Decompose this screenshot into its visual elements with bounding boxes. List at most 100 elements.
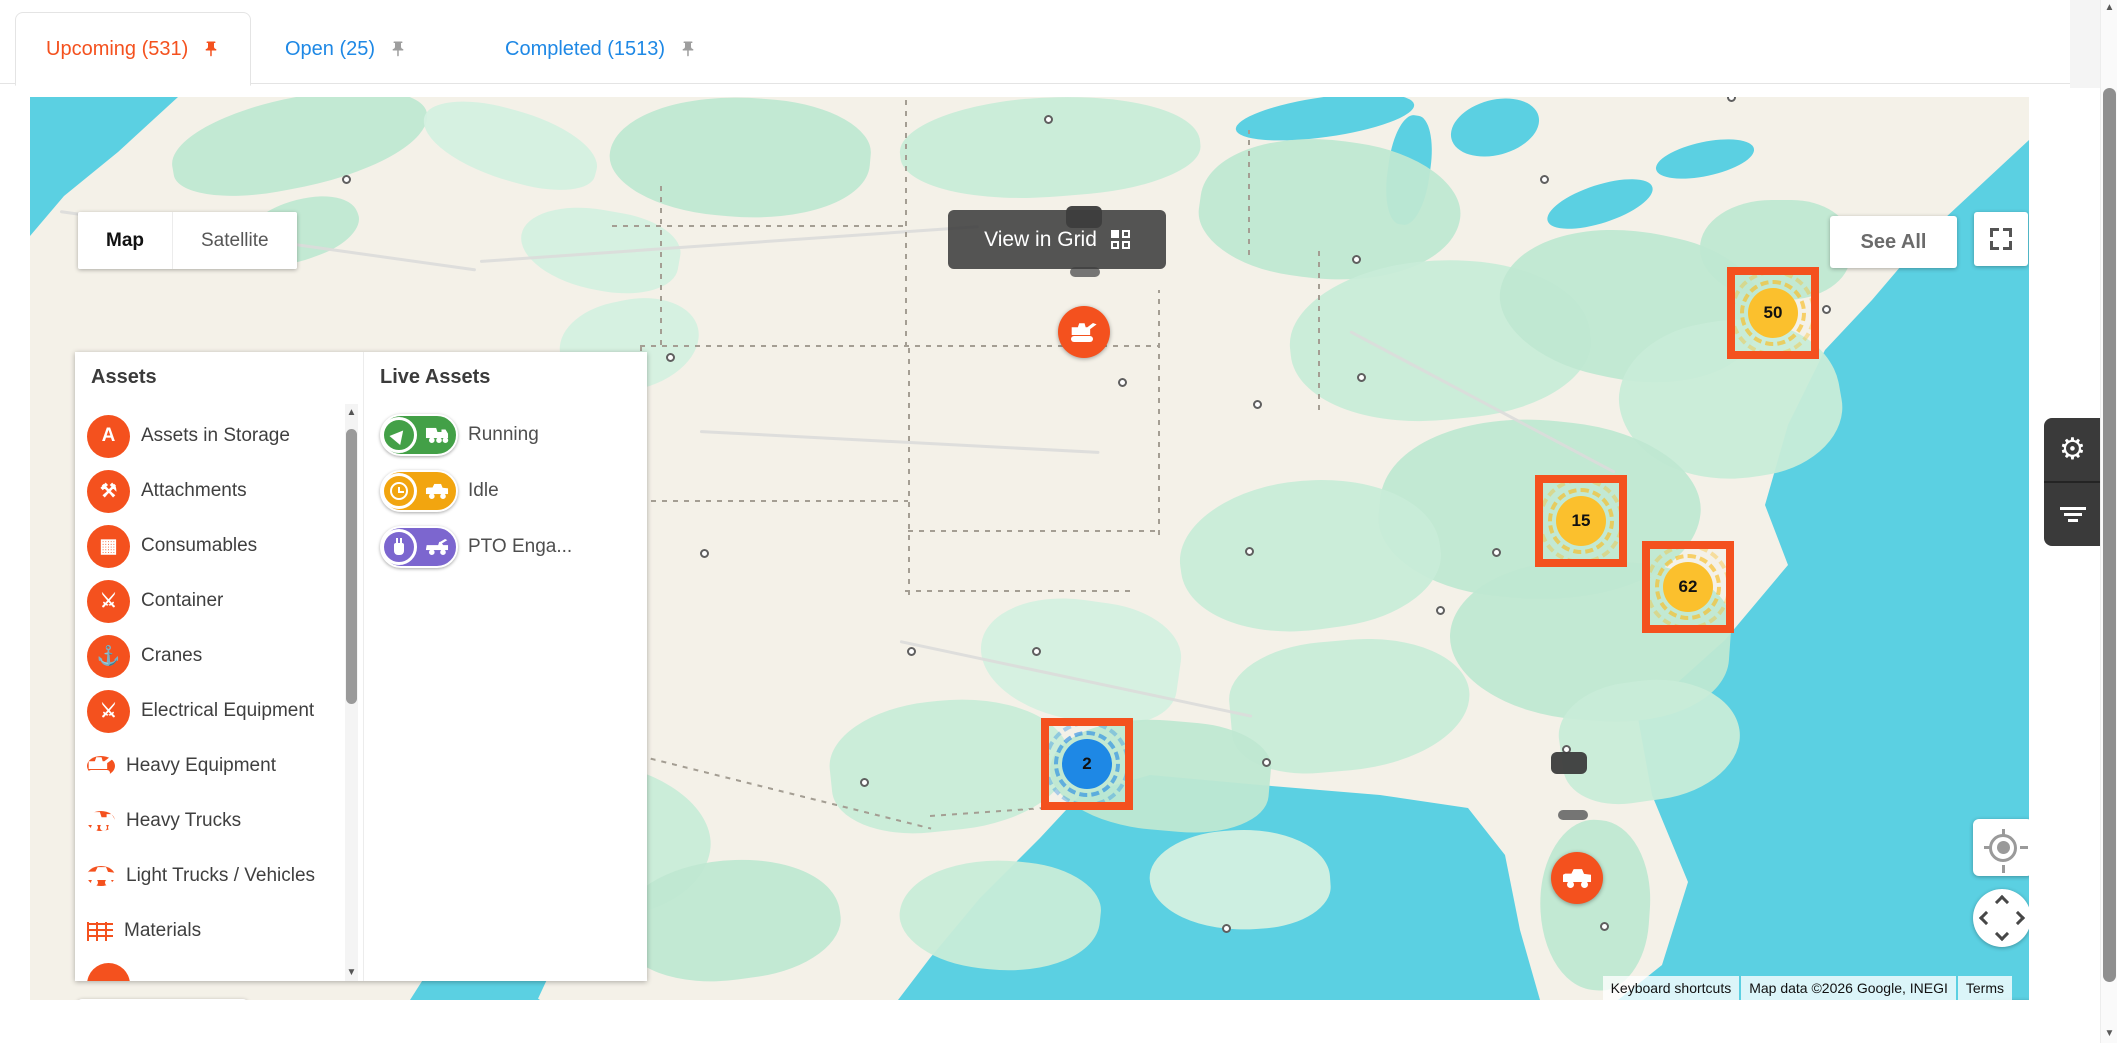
cluster-count[interactable]: 50 xyxy=(1748,288,1798,338)
asset-category-label: Attachments xyxy=(141,480,247,501)
map-type-map-button[interactable]: Map xyxy=(78,212,172,269)
terms-link[interactable]: Terms xyxy=(1957,976,2012,1000)
map-label xyxy=(1822,300,1835,320)
asset-category-item[interactable]: ▦ Consumables xyxy=(87,523,337,569)
scrollbar-thumb[interactable] xyxy=(346,429,357,704)
map-label xyxy=(1488,545,1501,562)
pan-control[interactable] xyxy=(1973,889,2029,947)
asset-category-item[interactable]: Heavy Trucks xyxy=(87,798,337,844)
view-in-grid-button[interactable]: View in Grid xyxy=(948,210,1166,269)
pan-right-icon[interactable] xyxy=(2010,910,2026,926)
map-type-satellite-button[interactable]: Satellite xyxy=(172,212,297,269)
clock-icon xyxy=(381,473,417,509)
map-label xyxy=(1723,97,1736,108)
keyboard-shortcuts-link[interactable]: Keyboard shortcuts xyxy=(1602,976,1740,1000)
asset-category-item[interactable]: ⚔ Container xyxy=(87,578,337,624)
asset-category-item[interactable]: ⚔ Electrical Equipment xyxy=(87,688,337,734)
consumables-icon: ▦ xyxy=(87,524,130,568)
services-badge[interactable] xyxy=(1558,810,1588,820)
hide-legend-button[interactable]: Hide Legend xyxy=(77,999,248,1000)
pan-up-icon[interactable] xyxy=(1994,894,2010,910)
page-gutter xyxy=(2070,0,2100,88)
settings-button[interactable]: ⚙ xyxy=(2044,418,2101,481)
asset-category-label: Assets in Storage xyxy=(141,425,290,446)
live-asset-status-item[interactable]: Idle xyxy=(380,470,499,512)
attachment-tool-icon: ⚒ xyxy=(87,469,130,513)
asset-category-item[interactable]: Light Trucks / Vehicles xyxy=(87,853,337,899)
live-status-label: Running xyxy=(468,424,539,445)
bricks-icon xyxy=(87,921,113,941)
pickup-truck-icon xyxy=(425,483,447,499)
grid-icon xyxy=(1110,230,1130,249)
live-status-pill xyxy=(380,414,458,456)
asset-category-label: Heavy Equipment xyxy=(126,755,276,776)
pan-down-icon[interactable] xyxy=(1994,926,2010,942)
letter-a-icon: A xyxy=(87,414,130,458)
status-tab-label: Open (25) xyxy=(285,37,376,60)
view-in-grid-label: View in Grid xyxy=(984,227,1097,251)
pushpin-icon[interactable] xyxy=(202,40,220,58)
scroll-down-icon[interactable]: ▼ xyxy=(2101,1028,2117,1039)
my-location-icon xyxy=(1984,828,2028,873)
map-canvas[interactable]: 50 15 62 2 Map Satellite View in Grid Se… xyxy=(30,97,2029,1000)
my-location-button[interactable] xyxy=(1973,819,2029,876)
pushpin-icon[interactable] xyxy=(679,40,697,58)
scrollbar-thumb[interactable] xyxy=(2103,88,2116,982)
scroll-up-icon[interactable]: ▲ xyxy=(345,407,358,418)
status-tab[interactable]: Upcoming (531) xyxy=(15,12,252,86)
see-all-button[interactable]: See All xyxy=(1830,216,1957,268)
asset-marker[interactable] xyxy=(1551,852,1603,904)
map-label xyxy=(1600,919,1613,936)
cluster-count[interactable]: 15 xyxy=(1556,496,1606,546)
fullscreen-icon xyxy=(1990,228,2012,250)
asset-category-item[interactable]: Heavy Equipment xyxy=(87,743,337,789)
asset-category-label: Heavy Trucks xyxy=(126,810,242,831)
cluster-count[interactable]: 62 xyxy=(1663,562,1713,612)
map-label xyxy=(1222,921,1235,938)
cluster-count[interactable]: 2 xyxy=(1062,739,1112,789)
assets-list-scrollbar[interactable]: ▲ ▼ xyxy=(345,404,358,981)
dump-truck-icon xyxy=(425,427,447,443)
crossed-tools-icon: ⚔ xyxy=(87,579,130,623)
map-label xyxy=(1118,375,1131,392)
map-label xyxy=(1353,370,1366,387)
asset-cluster[interactable]: 62 xyxy=(1642,541,1734,633)
asset-category-label: Container xyxy=(141,590,224,611)
car-marker-icon xyxy=(1563,868,1591,888)
dump-truck-icon xyxy=(87,811,115,831)
asset-category-label: Electrical Equipment xyxy=(141,700,315,721)
power-plug-icon xyxy=(381,529,417,565)
asset-category-label: Consumables xyxy=(141,535,258,556)
scroll-down-icon[interactable]: ▼ xyxy=(345,967,358,978)
asset-category-label: Cranes xyxy=(141,645,203,666)
live-assets-title: Live Assets xyxy=(380,366,491,388)
status-tab-label: Completed (1513) xyxy=(505,37,666,60)
legend-panel: Assets A Assets in Storage ⚒ Attachments… xyxy=(75,352,647,981)
asset-category-label: Light Trucks / Vehicles xyxy=(126,865,316,886)
fleet-map-page: Upcoming (531) Open (25) Completed (1513… xyxy=(0,0,2117,1043)
status-tab[interactable]: Open (25) xyxy=(255,12,437,86)
pushpin-icon[interactable] xyxy=(389,40,407,58)
asset-category-item[interactable]: ⚓ Cranes xyxy=(87,633,337,679)
live-status-pill xyxy=(380,526,458,568)
asset-category-item[interactable]: A Assets in Storage xyxy=(87,413,337,459)
status-tab[interactable]: Completed (1513) xyxy=(475,12,727,86)
live-asset-status-item[interactable]: PTO Enga... xyxy=(380,526,572,568)
page-scrollbar[interactable]: ▲ ▼ xyxy=(2100,0,2117,1043)
asset-category-item[interactable]: ⚒ Attachments xyxy=(87,468,337,514)
live-asset-status-item[interactable]: Running xyxy=(380,414,539,456)
asset-cluster[interactable]: 15 xyxy=(1535,475,1627,567)
asset-category-item[interactable]: Materials xyxy=(87,908,337,954)
asset-cluster[interactable]: 50 xyxy=(1727,267,1819,359)
map-label xyxy=(1032,644,1045,661)
pan-left-icon[interactable] xyxy=(1978,910,1994,926)
map-label xyxy=(1436,603,1449,620)
excavator-icon xyxy=(87,756,115,776)
scroll-up-icon[interactable]: ▲ xyxy=(2101,2,2117,13)
filter-button[interactable] xyxy=(2044,483,2101,546)
map-type-toggle: Map Satellite xyxy=(78,212,297,269)
asset-marker[interactable] xyxy=(1058,306,1110,358)
live-status-pill xyxy=(380,470,458,512)
fullscreen-button[interactable] xyxy=(1974,212,2028,266)
asset-cluster[interactable]: 2 xyxy=(1041,718,1133,810)
